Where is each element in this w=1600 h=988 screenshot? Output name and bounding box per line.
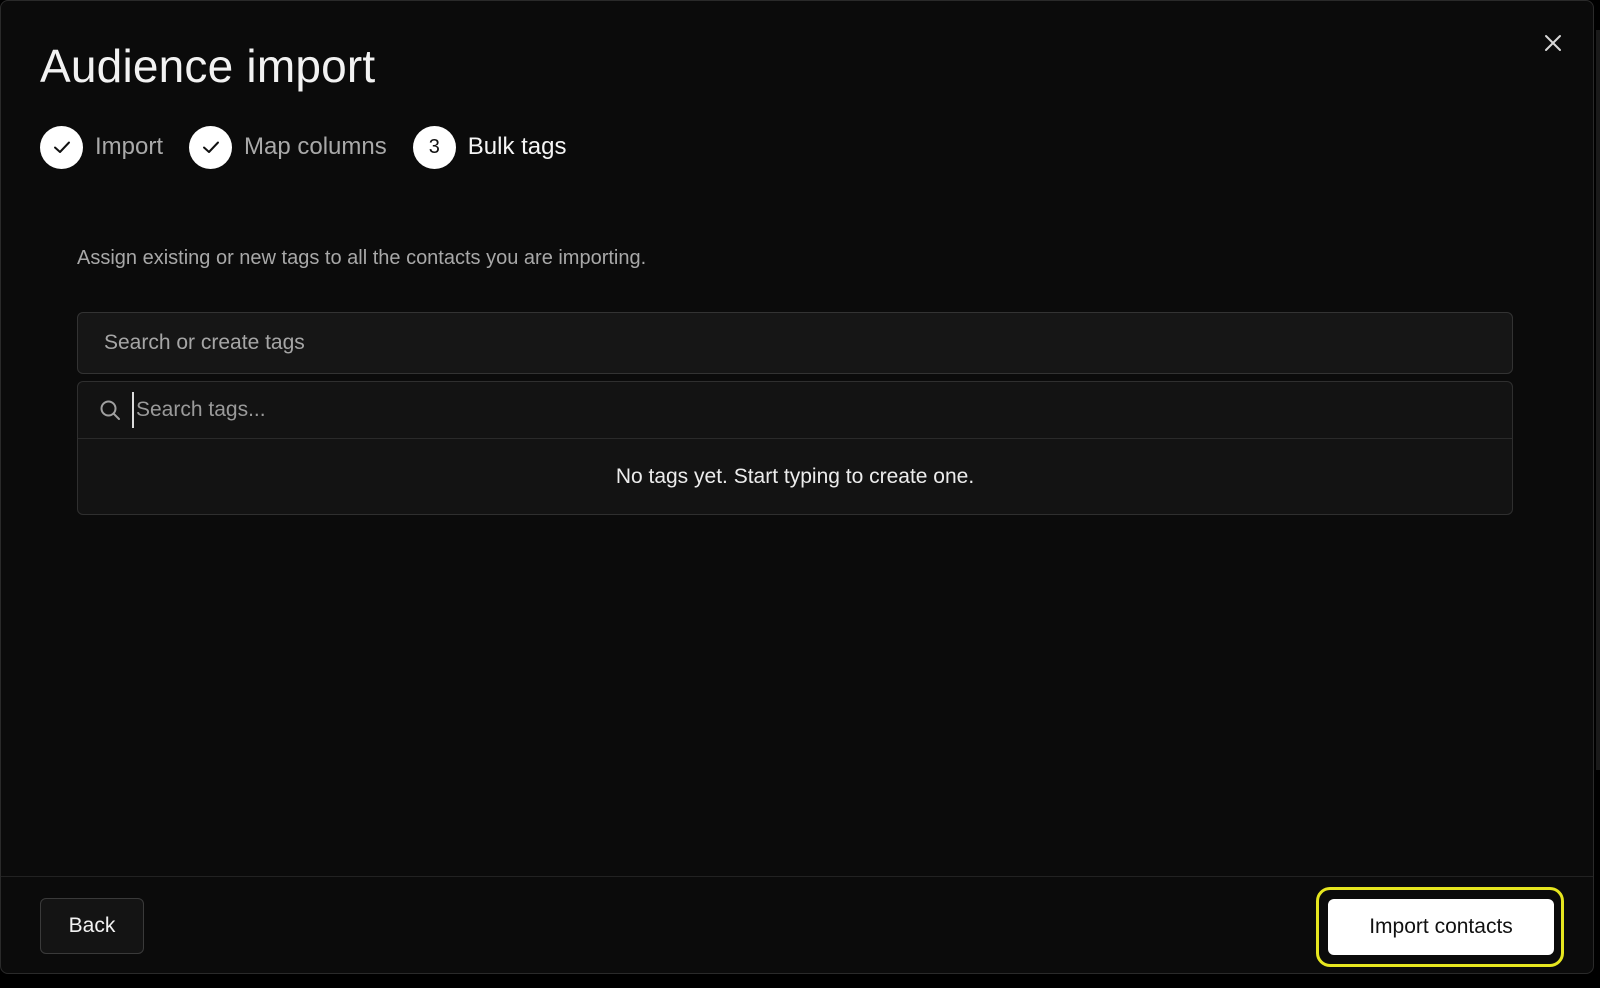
background-edge [1596, 30, 1600, 770]
tag-select-trigger[interactable]: Search or create tags [77, 312, 1513, 374]
import-contacts-button[interactable]: Import contacts [1328, 899, 1554, 955]
step-import-circle [40, 125, 83, 169]
tag-dropdown: No tags yet. Start typing to create one. [77, 381, 1513, 515]
step-import: Import [40, 125, 164, 169]
step-bulk-tags-number: 3 [412, 125, 456, 169]
step-map-columns-circle [189, 125, 233, 169]
tag-search-input[interactable] [132, 392, 1512, 428]
close-icon [1545, 35, 1561, 51]
page-title: Audience import [40, 40, 376, 92]
step-bulk-tags-label: Bulk tags [467, 133, 567, 160]
step-map-columns-label: Map columns [244, 133, 387, 160]
close-button[interactable] [1541, 31, 1565, 55]
search-icon [98, 398, 122, 422]
footer-divider [1, 876, 1593, 877]
step-import-label: Import [95, 133, 164, 160]
step-bulk-tags: 3 Bulk tags [412, 125, 567, 169]
audience-import-modal: Audience import Import Map columns 3 Bul… [0, 0, 1594, 974]
tag-search-row [78, 382, 1512, 439]
check-icon [202, 141, 219, 153]
empty-tags-message: No tags yet. Start typing to create one. [615, 465, 975, 488]
bulk-tags-description: Assign existing or new tags to all the c… [77, 247, 647, 269]
check-icon [53, 141, 70, 153]
step-map-columns: Map columns [189, 125, 387, 169]
back-button[interactable]: Back [40, 898, 144, 954]
import-stepper: Import Map columns 3 Bulk tags [40, 125, 592, 169]
